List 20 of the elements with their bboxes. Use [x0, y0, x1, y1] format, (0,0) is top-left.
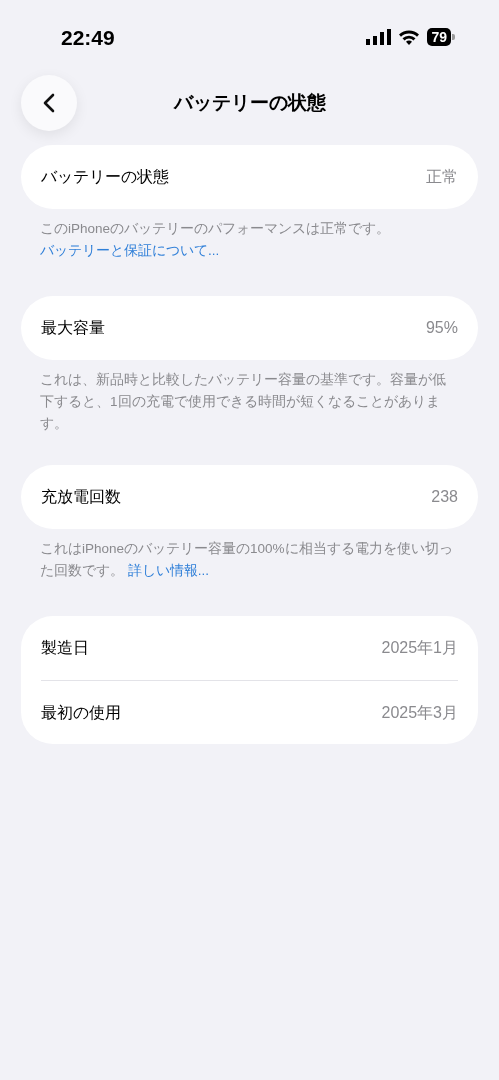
footnote-text: これは、新品時と比較したバッテリー容量の基準です。容量が低下すると、1回の充電で使用できる時間が短くなることがあります。: [39, 371, 447, 433]
chevron-left-icon: [43, 93, 55, 113]
row-label: バッテリーの状態: [41, 167, 169, 187]
wifi-icon: [398, 29, 421, 45]
screen-title: バッテリーの状態: [173, 90, 326, 115]
row-value: 正常: [426, 167, 458, 187]
info-link[interactable]: バッテリーと保証について...: [40, 243, 220, 258]
footnote-text: これはiPhoneのバッテリー容量の100%に相当する電力を使い切った回数です。 詳しい情報...: [39, 540, 454, 580]
row-value: 2025年1月: [381, 638, 458, 658]
row-value: 238: [431, 487, 458, 507]
row-value: 2025年3月: [381, 702, 458, 723]
row-label: 最大容量: [41, 318, 105, 338]
row-label: 充放電回数: [41, 487, 121, 507]
status-time: 22:49: [61, 26, 115, 48]
cellular-signal-icon: [366, 29, 392, 45]
row-label: 最初の使用: [41, 702, 121, 723]
row-value: 95%: [425, 318, 458, 338]
row-label: 製造日: [41, 638, 89, 658]
info-link[interactable]: 詳しい情報...: [127, 563, 210, 578]
footnote-text: このiPhoneのバッテリーのパフォーマンスは正常です。 バッテリーと保証について...: [39, 220, 392, 260]
